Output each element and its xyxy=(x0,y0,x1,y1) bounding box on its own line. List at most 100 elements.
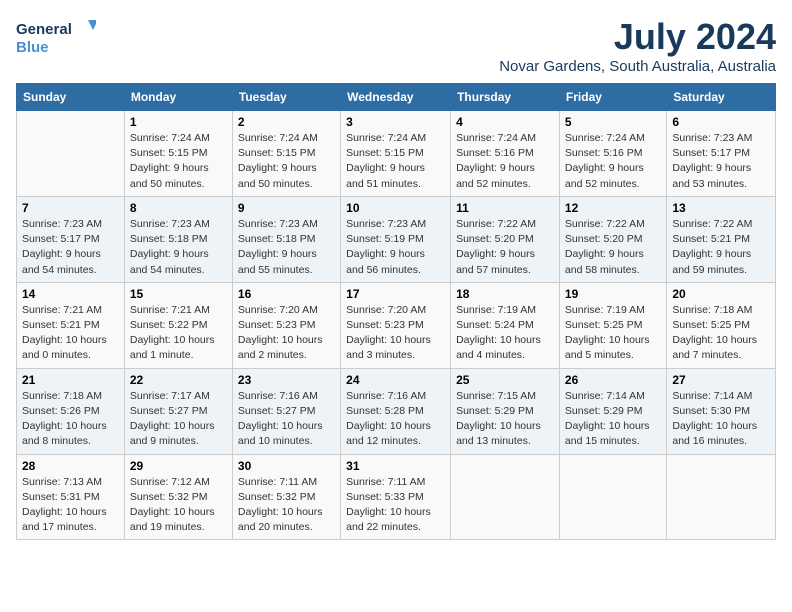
day-number: 22 xyxy=(130,373,227,387)
day-info: Sunrise: 7:11 AMSunset: 5:33 PMDaylight:… xyxy=(346,475,445,536)
day-number: 19 xyxy=(565,287,661,301)
day-info: Sunrise: 7:20 AMSunset: 5:23 PMDaylight:… xyxy=(238,303,335,364)
logo: General Blue xyxy=(16,16,96,60)
calendar-cell: 24 Sunrise: 7:16 AMSunset: 5:28 PMDayligh… xyxy=(341,368,451,454)
day-info: Sunrise: 7:24 AMSunset: 5:15 PMDaylight:… xyxy=(238,131,335,192)
day-info: Sunrise: 7:19 AMSunset: 5:25 PMDaylight:… xyxy=(565,303,661,364)
day-info: Sunrise: 7:14 AMSunset: 5:30 PMDaylight:… xyxy=(672,389,770,450)
week-row-5: 28Sunrise: 7:13 AMSunset: 5:31 PMDayligh… xyxy=(17,454,776,540)
calendar-cell: 8 Sunrise: 7:23 AMSunset: 5:18 PMDaylight… xyxy=(124,196,232,282)
calendar-cell: 26 Sunrise: 7:14 AMSunset: 5:29 PMDayligh… xyxy=(559,368,666,454)
calendar-cell: 23 Sunrise: 7:16 AMSunset: 5:27 PMDayligh… xyxy=(232,368,340,454)
calendar-cell: 6 Sunrise: 7:23 AMSunset: 5:17 PMDaylight… xyxy=(667,111,776,197)
calendar-cell: 30 Sunrise: 7:11 AMSunset: 5:32 PMDayligh… xyxy=(232,454,340,540)
day-info: Sunrise: 7:16 AMSunset: 5:28 PMDaylight:… xyxy=(346,389,445,450)
day-number: 26 xyxy=(565,373,661,387)
calendar-cell: 7Sunrise: 7:23 AMSunset: 5:17 PMDaylight… xyxy=(17,196,125,282)
calendar-cell: 11Sunrise: 7:22 AMSunset: 5:20 PMDayligh… xyxy=(451,196,560,282)
day-info: Sunrise: 7:24 AMSunset: 5:15 PMDaylight:… xyxy=(346,131,445,192)
day-number: 23 xyxy=(238,373,335,387)
day-info: Sunrise: 7:24 AMSunset: 5:16 PMDaylight:… xyxy=(565,131,661,192)
day-info: Sunrise: 7:17 AMSunset: 5:27 PMDaylight:… xyxy=(130,389,227,450)
day-info: Sunrise: 7:14 AMSunset: 5:29 PMDaylight:… xyxy=(565,389,661,450)
svg-text:General: General xyxy=(16,21,72,38)
day-info: Sunrise: 7:24 AMSunset: 5:15 PMDaylight:… xyxy=(130,131,227,192)
day-number: 16 xyxy=(238,287,335,301)
col-header-tuesday: Tuesday xyxy=(232,84,340,111)
calendar-cell: 16 Sunrise: 7:20 AMSunset: 5:23 PMDayligh… xyxy=(232,282,340,368)
calendar-cell: 19 Sunrise: 7:19 AMSunset: 5:25 PMDayligh… xyxy=(559,282,666,368)
title-block: July 2024 Novar Gardens, South Australia… xyxy=(499,16,776,75)
col-header-wednesday: Wednesday xyxy=(341,84,451,111)
day-number: 2 xyxy=(238,115,335,129)
calendar-cell: 21Sunrise: 7:18 AMSunset: 5:26 PMDayligh… xyxy=(17,368,125,454)
day-info: Sunrise: 7:24 AMSunset: 5:16 PMDaylight:… xyxy=(456,131,554,192)
day-number: 13 xyxy=(672,201,770,215)
location-subtitle: Novar Gardens, South Australia, Australi… xyxy=(499,58,776,75)
day-number: 3 xyxy=(346,115,445,129)
day-info: Sunrise: 7:16 AMSunset: 5:27 PMDaylight:… xyxy=(238,389,335,450)
calendar-cell: 12Sunrise: 7:22 AMSunset: 5:20 PMDayligh… xyxy=(559,196,666,282)
calendar-cell: 31 Sunrise: 7:11 AMSunset: 5:33 PMDayligh… xyxy=(341,454,451,540)
day-info: Sunrise: 7:21 AMSunset: 5:21 PMDaylight:… xyxy=(22,303,119,364)
day-number: 17 xyxy=(346,287,445,301)
day-info: Sunrise: 7:12 AMSunset: 5:32 PMDaylight:… xyxy=(130,475,227,536)
day-number: 10 xyxy=(346,201,445,215)
calendar-cell: 2 Sunrise: 7:24 AMSunset: 5:15 PMDaylight… xyxy=(232,111,340,197)
calendar-cell xyxy=(667,454,776,540)
day-info: Sunrise: 7:23 AMSunset: 5:17 PMDaylight:… xyxy=(672,131,770,192)
calendar-cell: 15 Sunrise: 7:21 AMSunset: 5:22 PMDayligh… xyxy=(124,282,232,368)
day-number: 6 xyxy=(672,115,770,129)
week-row-4: 21Sunrise: 7:18 AMSunset: 5:26 PMDayligh… xyxy=(17,368,776,454)
calendar-cell: 28Sunrise: 7:13 AMSunset: 5:31 PMDayligh… xyxy=(17,454,125,540)
day-number: 30 xyxy=(238,459,335,473)
day-info: Sunrise: 7:13 AMSunset: 5:31 PMDaylight:… xyxy=(22,475,119,536)
day-info: Sunrise: 7:11 AMSunset: 5:32 PMDaylight:… xyxy=(238,475,335,536)
calendar-cell xyxy=(559,454,666,540)
calendar-cell: 3 Sunrise: 7:24 AMSunset: 5:15 PMDaylight… xyxy=(341,111,451,197)
day-info: Sunrise: 7:21 AMSunset: 5:22 PMDaylight:… xyxy=(130,303,227,364)
day-number: 9 xyxy=(238,201,335,215)
col-header-sunday: Sunday xyxy=(17,84,125,111)
col-header-friday: Friday xyxy=(559,84,666,111)
day-info: Sunrise: 7:19 AMSunset: 5:24 PMDaylight:… xyxy=(456,303,554,364)
day-number: 24 xyxy=(346,373,445,387)
day-number: 5 xyxy=(565,115,661,129)
calendar-cell: 18 Sunrise: 7:19 AMSunset: 5:24 PMDayligh… xyxy=(451,282,560,368)
calendar-cell: 29 Sunrise: 7:12 AMSunset: 5:32 PMDayligh… xyxy=(124,454,232,540)
day-number: 18 xyxy=(456,287,554,301)
day-info: Sunrise: 7:20 AMSunset: 5:23 PMDaylight:… xyxy=(346,303,445,364)
month-year-title: July 2024 xyxy=(499,16,776,58)
day-number: 14 xyxy=(22,287,119,301)
col-header-saturday: Saturday xyxy=(667,84,776,111)
day-number: 27 xyxy=(672,373,770,387)
calendar-cell: 10 Sunrise: 7:23 AMSunset: 5:19 PMDayligh… xyxy=(341,196,451,282)
calendar-cell: 5 Sunrise: 7:24 AMSunset: 5:16 PMDaylight… xyxy=(559,111,666,197)
day-info: Sunrise: 7:22 AMSunset: 5:20 PMDaylight:… xyxy=(456,217,554,278)
day-info: Sunrise: 7:23 AMSunset: 5:18 PMDaylight:… xyxy=(238,217,335,278)
calendar-cell xyxy=(451,454,560,540)
day-number: 29 xyxy=(130,459,227,473)
svg-text:Blue: Blue xyxy=(16,39,49,56)
day-number: 1 xyxy=(130,115,227,129)
day-info: Sunrise: 7:23 AMSunset: 5:18 PMDaylight:… xyxy=(130,217,227,278)
calendar-cell xyxy=(17,111,125,197)
calendar-cell: 22 Sunrise: 7:17 AMSunset: 5:27 PMDayligh… xyxy=(124,368,232,454)
day-info: Sunrise: 7:23 AMSunset: 5:19 PMDaylight:… xyxy=(346,217,445,278)
day-number: 20 xyxy=(672,287,770,301)
calendar-cell: 14 Sunrise: 7:21 AMSunset: 5:21 PMDayligh… xyxy=(17,282,125,368)
day-number: 4 xyxy=(456,115,554,129)
day-number: 15 xyxy=(130,287,227,301)
day-number: 7 xyxy=(22,201,119,215)
logo-svg: General Blue xyxy=(16,16,96,60)
calendar-cell: 27 Sunrise: 7:14 AMSunset: 5:30 PMDayligh… xyxy=(667,368,776,454)
calendar-cell: 4 Sunrise: 7:24 AMSunset: 5:16 PMDaylight… xyxy=(451,111,560,197)
day-number: 31 xyxy=(346,459,445,473)
calendar-cell: 13 Sunrise: 7:22 AMSunset: 5:21 PMDayligh… xyxy=(667,196,776,282)
day-number: 8 xyxy=(130,201,227,215)
day-info: Sunrise: 7:22 AMSunset: 5:21 PMDaylight:… xyxy=(672,217,770,278)
day-info: Sunrise: 7:18 AMSunset: 5:25 PMDaylight:… xyxy=(672,303,770,364)
calendar-cell: 17 Sunrise: 7:20 AMSunset: 5:23 PMDayligh… xyxy=(341,282,451,368)
day-number: 12 xyxy=(565,201,661,215)
day-info: Sunrise: 7:15 AMSunset: 5:29 PMDaylight:… xyxy=(456,389,554,450)
